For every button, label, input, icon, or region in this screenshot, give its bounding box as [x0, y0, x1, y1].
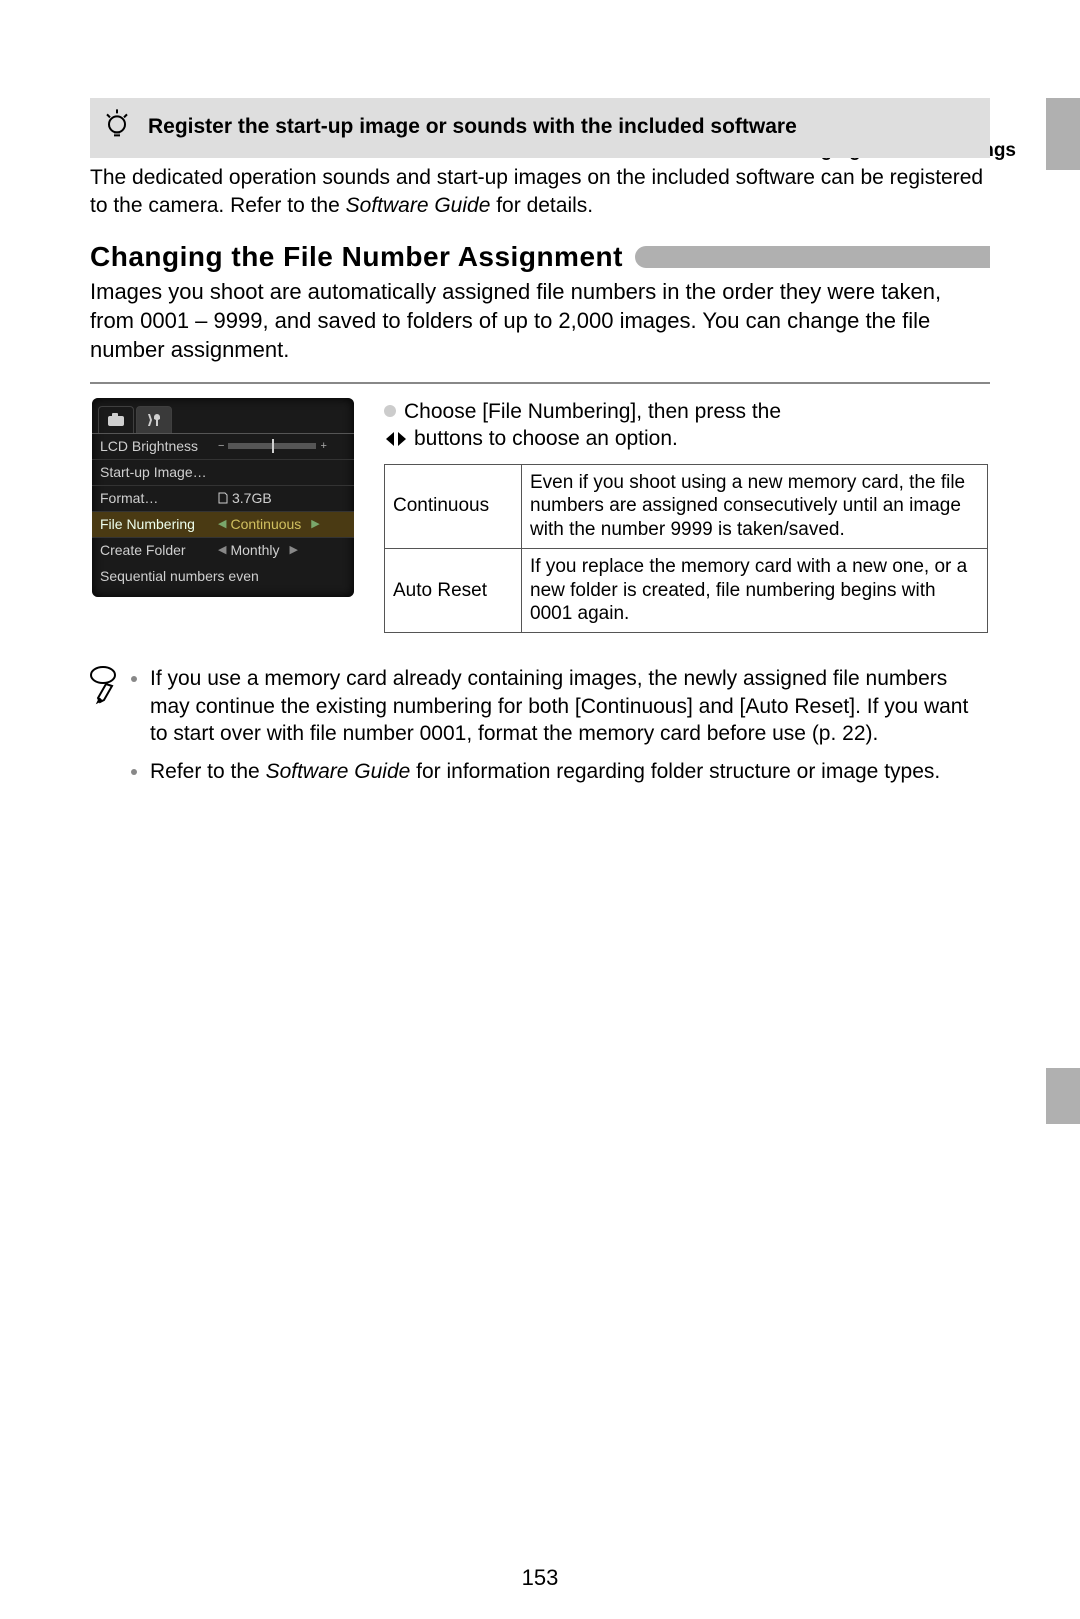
page-ref-link[interactable]: (p. 22): [812, 722, 873, 745]
options-table: ContinuousEven if you shoot using a new …: [384, 464, 988, 634]
instruction-text: Choose [File Numbering], then press the …: [384, 398, 988, 456]
side-tab-mid: [1046, 1068, 1080, 1124]
page-number: 153: [0, 1565, 1080, 1591]
side-tab-top: [1046, 98, 1080, 170]
horizontal-rule: [90, 382, 990, 384]
camera-tab-icon: [98, 406, 134, 433]
table-row: ContinuousEven if you shoot using a new …: [385, 464, 988, 548]
tools-tab-icon: [136, 406, 172, 433]
section-title: Changing the File Number Assignment: [90, 241, 623, 273]
section-divider: [635, 246, 990, 268]
tip-body: The dedicated operation sounds and start…: [90, 164, 990, 219]
tip-heading: Register the start-up image or sounds wi…: [148, 115, 797, 138]
lightbulb-icon: [104, 108, 130, 149]
pencil-note-icon: [88, 665, 118, 796]
lcd-row-file-numbering: File Numbering ◀Continuous▶: [92, 511, 354, 537]
tip-box: Register the start-up image or sounds wi…: [90, 98, 990, 158]
camera-lcd-screenshot: LCD Brightness −+ Start-up Image… Format…: [92, 398, 354, 597]
step-bullet: [384, 405, 396, 417]
left-right-button-icon: [384, 428, 408, 455]
table-row: Auto ResetIf you replace the memory card…: [385, 548, 988, 632]
note-block: If you use a memory card already contain…: [88, 665, 988, 796]
section-body: Images you shoot are automatically assig…: [90, 277, 990, 364]
